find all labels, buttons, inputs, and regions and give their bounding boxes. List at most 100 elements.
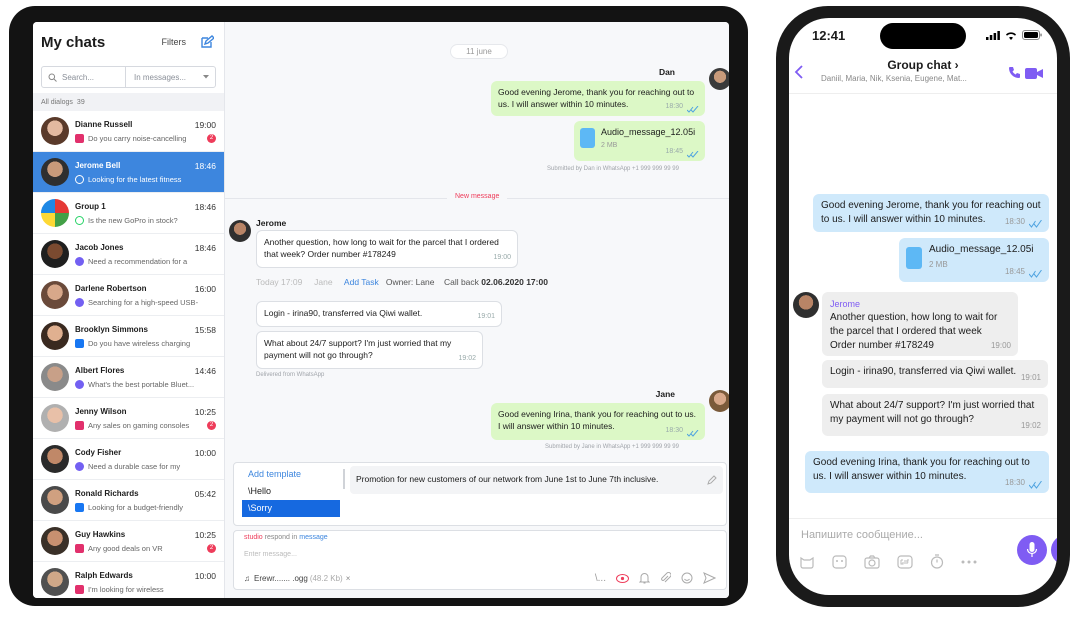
sidebar-title: My chats [41, 33, 106, 51]
message-text: Another question, how long to wait for t… [830, 312, 998, 351]
add-template-button[interactable]: Add template [242, 466, 340, 483]
microphone-button[interactable] [1017, 535, 1047, 565]
templates-panel: Add template \Hello \Sorry Promotion for… [233, 462, 727, 526]
composer-channel[interactable]: message [299, 534, 327, 541]
chat-name: Ralph Edwards [75, 570, 133, 580]
chat-list-item[interactable]: Ronald Richards 05:42 Looking for a budget… [33, 480, 224, 521]
search-placeholder: Search... [62, 72, 95, 82]
gif-icon[interactable] [897, 554, 913, 569]
avatar [41, 322, 69, 350]
chat-item-top: Dianne Russell 19:00 [75, 120, 216, 130]
chat-item-bottom: Looking for the latest fitness [75, 174, 216, 184]
message-time: 18:45 [1004, 267, 1025, 276]
compose-icon[interactable] [200, 35, 214, 49]
camera-icon[interactable] [864, 554, 880, 569]
secondary-action-button[interactable] [1051, 535, 1057, 565]
audio-message[interactable]: Audio_message_12.05i 2 MB 18:45 [574, 121, 705, 161]
chat-last-message: Need a durable case for my [88, 461, 181, 471]
all-dialogs-row[interactable]: All dialogs 39 [33, 93, 224, 111]
signal-icon [986, 30, 1000, 40]
chat-last-message: Any sales on gaming consoles [88, 420, 190, 430]
video-call-icon[interactable] [1025, 68, 1043, 79]
attached-file-name: Erewr....... .ogg [254, 574, 308, 583]
avatar [41, 158, 69, 186]
chat-name: Darlene Robertson [75, 283, 147, 293]
message-time: 19:01 [477, 313, 495, 320]
chat-name: Guy Hawkins [75, 529, 126, 539]
submitted-note: Submitted by Jane in WhatsApp +1 999 999… [545, 444, 679, 450]
message-time: 19:02 [1020, 421, 1041, 430]
chat-item-body: Ronald Richards 05:42 Looking for a budget… [75, 489, 216, 512]
chat-list-item[interactable]: Darlene Robertson 16:00 Searching for a hi… [33, 275, 224, 316]
status-time: 12:41 [812, 28, 846, 43]
tablet-screen: My chats Filters Search... In messages..… [33, 22, 729, 598]
template-item[interactable]: \Hello [242, 483, 340, 500]
chat-item-body: Brooklyn Simmons 15:58 Do you have wireles… [75, 325, 216, 348]
chat-list-item[interactable]: Group 1 18:46 Is the new GoPro in stock? [33, 193, 224, 234]
chat-list-item[interactable]: Ralph Edwards 10:00 I'm looking for wirele… [33, 562, 224, 598]
remove-file-button[interactable]: × [346, 574, 351, 583]
read-ticks-icon [687, 430, 699, 437]
timer-icon[interactable] [930, 554, 944, 569]
task-user: Jane [314, 277, 333, 287]
phone-message-input[interactable]: Напишите сообщение... [801, 529, 923, 541]
chat-item-body: Dianne Russell 19:00 Do you carry noise-ca… [75, 120, 216, 143]
read-ticks-icon [1029, 270, 1042, 278]
chat-item-top: Group 1 18:46 [75, 202, 216, 212]
template-preview: Promotion for new customers of our netwo… [350, 466, 723, 494]
chat-name: Jacob Jones [75, 242, 124, 252]
template-preview-text: Promotion for new customers of our netwo… [356, 474, 659, 484]
chat-list-item[interactable]: Guy Hawkins 10:25 Any good deals on VR 2 [33, 521, 224, 562]
microphone-icon [1027, 542, 1037, 557]
chevron-down-icon [203, 75, 209, 79]
incoming-message: Another question, how long to wait for t… [256, 230, 518, 268]
sticker-icon[interactable] [799, 555, 815, 569]
chat-item-top: Cody Fisher 10:00 [75, 448, 216, 458]
audio-file-name: Audio_message_12.05i [601, 127, 696, 137]
bell-icon[interactable] [639, 572, 650, 584]
chat-list-item[interactable]: Jerome Bell 18:46 Looking for the latest f… [33, 152, 224, 193]
pencil-icon[interactable] [707, 475, 717, 485]
chat-list-item[interactable]: Jacob Jones 18:46 Need a recommendation fo… [33, 234, 224, 275]
chat-last-message: What's the best portable Bluet... [88, 379, 195, 389]
paperclip-icon[interactable] [660, 572, 671, 584]
chat-list-item[interactable]: Dianne Russell 19:00 Do you carry noise-ca… [33, 111, 224, 152]
gif-sticker-icon[interactable] [832, 554, 847, 569]
search-scope-select[interactable]: In messages... [126, 73, 215, 82]
all-dialogs-count: 39 [76, 98, 85, 106]
avatar [41, 445, 69, 473]
chat-list-item[interactable]: Brooklyn Simmons 15:58 Do you have wireles… [33, 316, 224, 357]
emoji-icon[interactable] [681, 572, 693, 584]
add-task-button[interactable]: Add Task [344, 277, 379, 287]
search-input[interactable]: Search... [42, 67, 126, 87]
chat-list-item[interactable]: Cody Fisher 10:00 Need a durable case for … [33, 439, 224, 480]
template-item-selected[interactable]: \Sorry [242, 500, 340, 517]
phone-chat-header: Group chat › Daniil, Maria, Nik, Ksenia,… [789, 56, 1057, 94]
filters-button[interactable]: Filters [162, 37, 187, 47]
search-bar: Search... In messages... [41, 66, 216, 88]
phone-audio-message[interactable]: Audio_message_12.05i 2 MB 18:45 [899, 238, 1049, 282]
status-icons [986, 30, 1042, 40]
chat-list-item[interactable]: Albert Flores 14:46 What's the best portab… [33, 357, 224, 398]
chat-time: 14:46 [194, 365, 216, 376]
avatar [41, 404, 69, 432]
avatar [41, 527, 69, 555]
send-icon[interactable] [703, 572, 716, 584]
template-shortcut-button[interactable]: \... [595, 573, 606, 584]
phone-call-icon[interactable] [1008, 66, 1021, 79]
outgoing-message: Good evening Jerome, thank you for reach… [491, 81, 705, 116]
chat-item-bottom: Need a recommendation for a [75, 256, 216, 266]
attached-file: ♫ Erewr....... .ogg (48.2 Kb) × [244, 574, 350, 583]
phone-incoming-message: What about 24/7 support? I'm just worrie… [822, 394, 1048, 436]
chat-item-bottom: Any good deals on VR 2 [75, 543, 216, 553]
chat-item-body: Jerome Bell 18:46 Looking for the latest f… [75, 161, 216, 184]
chat-list-item[interactable]: Jenny Wilson 10:25 Any sales on gaming con… [33, 398, 224, 439]
more-icon[interactable] [961, 560, 977, 564]
message-input[interactable]: Enter message... [234, 544, 726, 558]
chat-name: Group 1 [75, 201, 106, 211]
message-composer: studio respond in message Enter message.… [233, 530, 727, 590]
avatar-jerome [793, 292, 819, 318]
tablet-frame: My chats Filters Search... In messages..… [9, 6, 748, 606]
avatar [41, 117, 69, 145]
eye-icon[interactable] [616, 573, 629, 583]
